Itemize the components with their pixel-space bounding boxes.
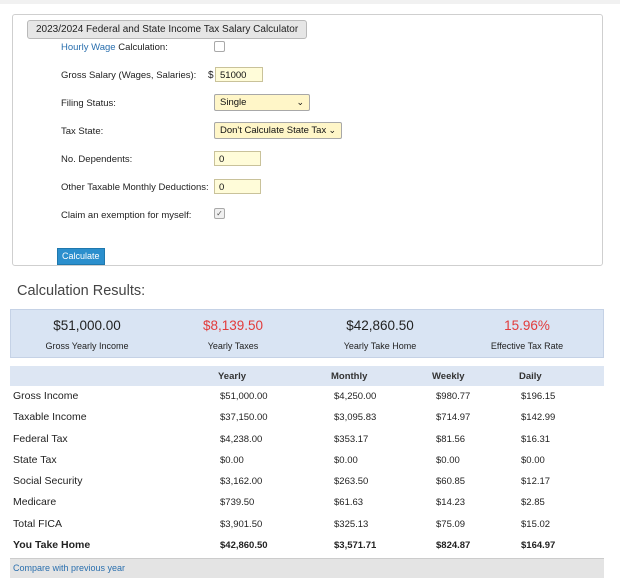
column-header-yearly: Yearly <box>218 371 246 382</box>
summary-value: $42,860.50 <box>346 318 414 333</box>
cell-weekly: $14.23 <box>436 497 466 509</box>
chevron-down-icon: ⌄ <box>296 97 304 107</box>
summary-value: 15.96% <box>504 318 550 333</box>
cell-weekly: $60.85 <box>436 476 466 488</box>
cell-weekly: $824.87 <box>436 540 471 552</box>
cell-monthly: $0.00 <box>334 454 358 466</box>
dependents-input[interactable]: 0 <box>214 151 261 166</box>
column-header-weekly: Weekly <box>432 371 465 382</box>
table-row: Taxable Income $37,150.00 $3,095.83 $714… <box>10 407 604 428</box>
filing-status-label: Filing Status: <box>61 98 116 109</box>
summary-label: Yearly Taxes <box>207 341 259 351</box>
cell-yearly: $0.00 <box>220 454 244 466</box>
cell-yearly: $51,000.00 <box>220 391 268 402</box>
exemption-label: Claim an exemption for myself: <box>61 210 192 221</box>
summary-label: Yearly Take Home <box>343 341 417 351</box>
dependents-label: No. Dependents: <box>61 154 133 165</box>
calculator-form: 2023/2024 Federal and State Income Tax S… <box>12 14 603 266</box>
tax-state-value: Don't Calculate State Tax <box>220 125 327 136</box>
currency-symbol: $ <box>208 70 214 81</box>
cell-yearly: $3,162.00 <box>220 476 263 488</box>
calculate-button[interactable]: Calculate <box>57 248 105 265</box>
summary-effective-rate: 15.96% Effective Tax Rate <box>453 310 601 351</box>
summary-gross-income: $51,000.00 Gross Yearly Income <box>13 310 161 351</box>
tax-state-label: Tax State: <box>61 126 104 137</box>
cell-daily: $142.99 <box>521 412 556 424</box>
column-header-daily: Daily <box>519 371 542 382</box>
cell-weekly: $980.77 <box>436 391 471 402</box>
results-table: Yearly Monthly Weekly Daily Gross Income… <box>10 366 604 556</box>
cell-monthly: $4,250.00 <box>334 391 377 402</box>
table-footer: Compare with previous year <box>10 558 604 578</box>
cell-daily: $16.31 <box>521 433 551 445</box>
table-row: Medicare $739.50 $61.63 $14.23 $2.85 <box>10 492 604 513</box>
compare-previous-year-link[interactable]: Compare with previous year <box>13 563 125 573</box>
table-row: Gross Income $51,000.00 $4,250.00 $980.7… <box>10 386 604 407</box>
cell-daily: $196.15 <box>521 391 556 402</box>
cell-daily: $164.97 <box>521 540 556 552</box>
exemption-checkbox[interactable]: ✓ <box>214 208 225 219</box>
hourly-wage-checkbox[interactable] <box>214 41 225 52</box>
table-row: Federal Tax $4,238.00 $353.17 $81.56 $16… <box>10 429 604 450</box>
hourly-wage-label: Hourly Wage Calculation: <box>61 42 168 53</box>
row-label: Total FICA <box>13 517 63 530</box>
gross-salary-input[interactable]: 51000 <box>215 67 263 82</box>
cell-yearly: $42,860.50 <box>220 540 268 552</box>
summary-yearly-taxes: $8,139.50 Yearly Taxes <box>159 310 307 351</box>
results-title: Calculation Results: <box>17 283 146 299</box>
deductions-label: Other Taxable Monthly Deductions: <box>61 182 209 193</box>
hourly-wage-suffix: Calculation: <box>118 42 168 53</box>
cell-monthly: $3,095.83 <box>334 412 377 424</box>
table-row: Social Security $3,162.00 $263.50 $60.85… <box>10 471 604 492</box>
cell-weekly: $75.09 <box>436 518 466 530</box>
cell-daily: $12.17 <box>521 476 551 488</box>
cell-yearly: $739.50 <box>220 497 255 509</box>
cell-daily: $2.85 <box>521 497 545 509</box>
gross-salary-label: Gross Salary (Wages, Salaries): <box>61 70 197 81</box>
table-row-total: You Take Home $42,860.50 $3,571.71 $824.… <box>10 535 604 556</box>
top-band <box>0 0 620 4</box>
summary-take-home: $42,860.50 Yearly Take Home <box>306 310 454 351</box>
row-label: Taxable Income <box>13 411 87 424</box>
summary-label: Gross Yearly Income <box>45 341 129 351</box>
column-header-monthly: Monthly <box>331 371 368 382</box>
cell-monthly: $61.63 <box>334 497 364 509</box>
cell-weekly: $0.00 <box>436 454 460 466</box>
filing-status-value: Single <box>220 97 247 108</box>
row-label: Social Security <box>13 475 83 488</box>
cell-yearly: $3,901.50 <box>220 518 263 530</box>
table-row: Total FICA $3,901.50 $325.13 $75.09 $15.… <box>10 514 604 535</box>
cell-yearly: $37,150.00 <box>220 412 268 424</box>
row-label: Medicare <box>13 496 57 509</box>
cell-monthly: $3,571.71 <box>334 540 377 552</box>
deductions-input[interactable]: 0 <box>214 179 261 194</box>
summary-label: Effective Tax Rate <box>490 341 564 351</box>
chevron-down-icon: ⌄ <box>328 125 336 135</box>
row-label: State Tax <box>13 453 57 466</box>
form-legend: 2023/2024 Federal and State Income Tax S… <box>27 20 308 39</box>
hourly-wage-link[interactable]: Hourly Wage <box>61 42 116 53</box>
table-row: State Tax $0.00 $0.00 $0.00 $0.00 <box>10 450 604 471</box>
row-label: Federal Tax <box>13 432 68 445</box>
cell-weekly: $81.56 <box>436 433 466 445</box>
cell-weekly: $714.97 <box>436 412 471 424</box>
filing-status-select[interactable]: Single ⌄ <box>214 94 310 111</box>
summary-value: $51,000.00 <box>53 318 121 333</box>
cell-monthly: $353.17 <box>334 433 369 445</box>
summary-value: $8,139.50 <box>202 318 264 333</box>
cell-monthly: $263.50 <box>334 476 369 488</box>
checkmark-icon: ✓ <box>216 209 223 218</box>
results-summary: $51,000.00 Gross Yearly Income $8,139.50… <box>10 309 604 358</box>
cell-daily: $0.00 <box>521 454 545 466</box>
tax-state-select[interactable]: Don't Calculate State Tax ⌄ <box>214 122 342 139</box>
cell-monthly: $325.13 <box>334 518 369 530</box>
table-header: Yearly Monthly Weekly Daily <box>10 366 604 386</box>
cell-yearly: $4,238.00 <box>220 433 263 445</box>
row-label: You Take Home <box>13 539 91 552</box>
cell-daily: $15.02 <box>521 518 551 530</box>
row-label: Gross Income <box>13 390 79 402</box>
